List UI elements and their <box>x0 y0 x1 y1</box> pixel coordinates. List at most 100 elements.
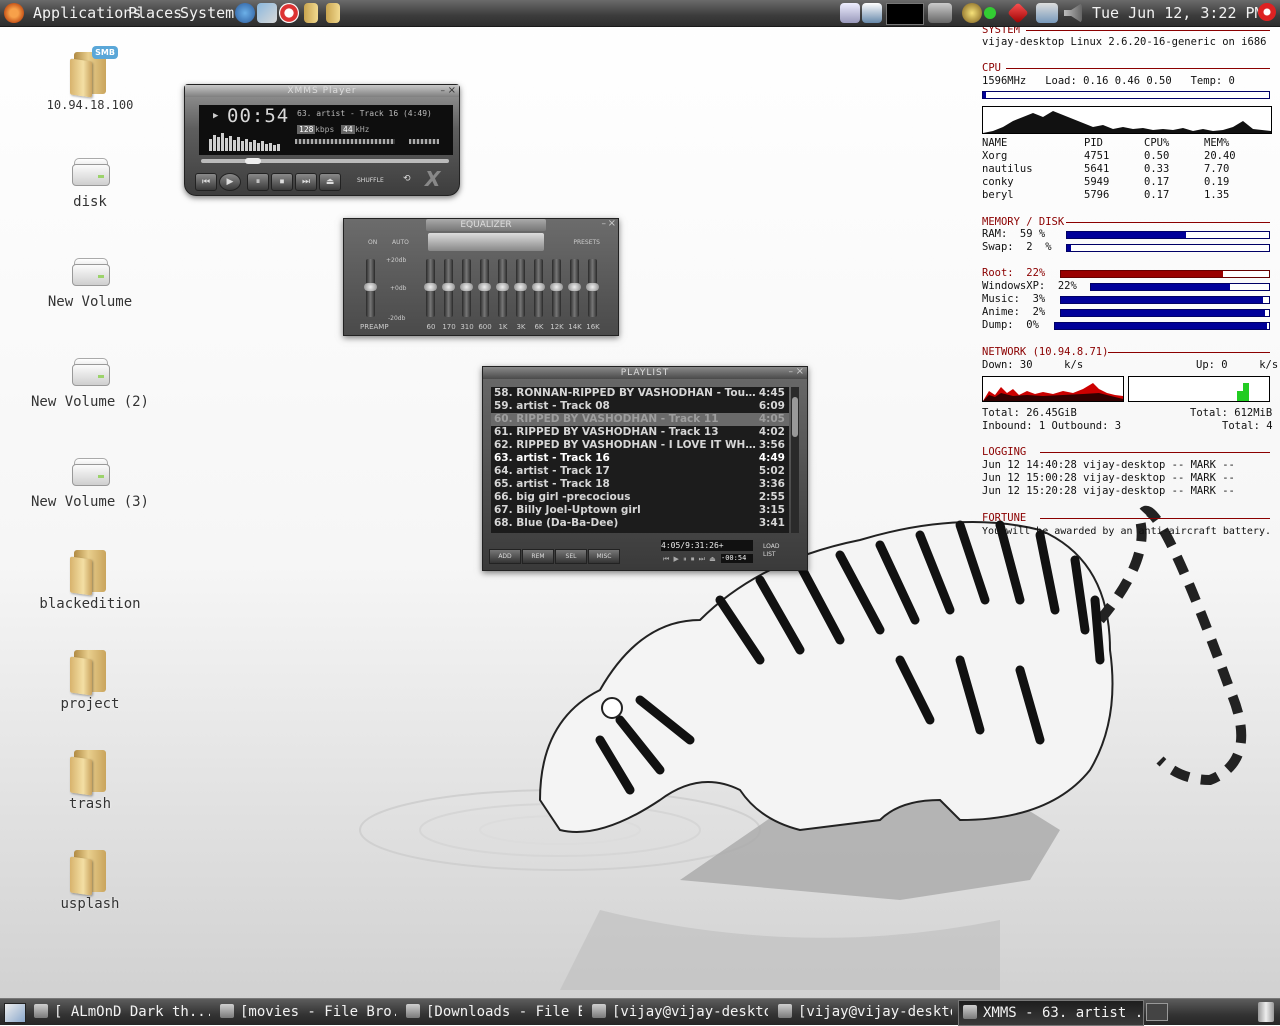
eq-knob[interactable] <box>442 283 455 291</box>
eq-band-slider-6k[interactable] <box>532 259 545 317</box>
eq-knob[interactable] <box>532 283 545 291</box>
eq-knob[interactable] <box>478 283 491 291</box>
xmms-player-window[interactable]: XMMS Player – × ▶ 00:54 63. artist - Tra… <box>184 84 460 196</box>
eq-band-slider-600[interactable] <box>478 259 491 317</box>
network-manager-icon[interactable] <box>1036 3 1058 23</box>
minimize-icon[interactable]: – <box>441 86 446 96</box>
playlist-row[interactable]: 60. RIPPED BY VASHODHAN - Track 11 4:05 <box>491 413 789 426</box>
desktop-icon-network-share[interactable]: SMB 10.94.18.100 <box>15 46 165 112</box>
eq-knob[interactable] <box>460 283 473 291</box>
eq-band-slider-16k[interactable] <box>586 259 599 317</box>
eq-auto-toggle[interactable]: AUTO <box>392 239 409 246</box>
load-list-button[interactable]: LOAD LIST <box>763 543 787 559</box>
playlist-titlebar[interactable]: PLAYLIST <box>483 367 807 379</box>
status-green-icon[interactable] <box>984 7 996 19</box>
help-launcher-icon[interactable] <box>279 3 299 23</box>
volume-slider[interactable] <box>295 139 395 144</box>
playlist-window[interactable]: PLAYLIST – × 58. RONNAN-RIPPED BY VASHOD… <box>482 366 808 571</box>
xmms-logo[interactable]: X <box>425 167 440 191</box>
spectrum-visualizer[interactable] <box>209 129 289 151</box>
clock[interactable]: Tue Jun 12, 3:22 PM <box>1092 0 1264 26</box>
taskbar-button[interactable]: [ ALmOnD Dark th... <box>30 1000 210 1024</box>
taskbar-button[interactable]: [vijay@vijay-deskto... <box>588 1000 768 1024</box>
taskbar-button[interactable]: [Downloads - File B... <box>402 1000 582 1024</box>
eq-band-slider-3k[interactable] <box>514 259 527 317</box>
equalizer-titlebar[interactable]: EQUALIZER <box>426 219 546 231</box>
desktop-icon-usplash[interactable]: usplash <box>15 848 165 912</box>
playlist-row[interactable]: 68. Blue (Da-Ba-Dee) 3:41 <box>491 517 789 530</box>
eq-knob[interactable] <box>514 283 527 291</box>
trash-applet-icon[interactable] <box>1258 1002 1274 1022</box>
playlist-list[interactable]: 58. RONNAN-RIPPED BY VASHODHAN - Touched… <box>491 387 789 533</box>
playlist-row[interactable]: 65. artist - Track 18 3:36 <box>491 478 789 491</box>
repeat-icon[interactable]: ⟲ <box>403 174 411 184</box>
play-button[interactable]: ▶ <box>219 173 241 191</box>
workspace-switcher-icon[interactable] <box>1146 1003 1168 1021</box>
places-menu[interactable]: Places <box>128 0 182 26</box>
playlist-remove-button[interactable]: REM <box>522 549 554 564</box>
close-icon[interactable]: × <box>448 85 456 96</box>
pause-button[interactable]: ⏸ <box>247 173 269 191</box>
playlist-select-button[interactable]: SEL <box>555 549 587 564</box>
eq-knob[interactable] <box>424 283 437 291</box>
desktop-icon-new-volume-2[interactable]: New Volume (2) <box>15 352 165 410</box>
eq-band-slider-170[interactable] <box>442 259 455 317</box>
pidgin-icon[interactable] <box>962 3 982 23</box>
xmms-titlebar[interactable]: XMMS Player <box>185 85 459 97</box>
desktop-icon-new-volume-3[interactable]: New Volume (3) <box>15 452 165 510</box>
eq-band-slider-1k[interactable] <box>496 259 509 317</box>
scrollbar-thumb[interactable] <box>792 397 798 437</box>
firefox-launcher-icon[interactable] <box>235 3 255 23</box>
previous-button[interactable]: ⏮ <box>195 173 217 191</box>
ubuntu-logo-icon[interactable] <box>4 3 24 23</box>
screenshot-icon[interactable] <box>862 3 882 23</box>
shuffle-button[interactable]: SHUFFLE <box>357 177 384 184</box>
power-icon[interactable] <box>1258 3 1276 21</box>
eq-knob[interactable] <box>550 283 563 291</box>
playlist-row[interactable]: 63. artist - Track 16 4:49 <box>491 452 789 465</box>
mini-transport[interactable]: ⏮ ▶ ⏸ ⏹ ⏭ ⏏ <box>663 555 717 564</box>
eq-on-toggle[interactable]: ON <box>368 239 377 246</box>
preamp-slider[interactable] <box>364 259 377 317</box>
minimize-icon[interactable]: – <box>602 219 607 229</box>
eject-button[interactable]: ⏏ <box>319 173 341 191</box>
minimize-icon[interactable]: – <box>789 367 794 377</box>
close-icon[interactable]: × <box>796 366 804 377</box>
eq-presets-button[interactable]: PRESETS <box>573 239 600 246</box>
taskbar-button[interactable]: [vijay@vijay-deskto... <box>774 1000 952 1024</box>
taskbar-button[interactable]: XMMS - 63. artist ... <box>958 1000 1144 1026</box>
playlist-row[interactable]: 64. artist - Track 17 5:02 <box>491 465 789 478</box>
playlist-scrollbar[interactable] <box>791 387 799 533</box>
close-icon[interactable]: × <box>608 218 616 229</box>
playlist-row[interactable]: 58. RONNAN-RIPPED BY VASHODHAN - Touched… <box>491 387 789 400</box>
eq-knob[interactable] <box>586 283 599 291</box>
eq-band-slider-14k[interactable] <box>568 259 581 317</box>
seek-bar[interactable] <box>201 158 449 164</box>
eq-knob[interactable] <box>568 283 581 291</box>
taskbar-button[interactable]: [movies - File Bro... <box>216 1000 396 1024</box>
volume-icon[interactable] <box>1064 3 1082 23</box>
desktop-icon-project[interactable]: project <box>15 648 165 712</box>
playlist-row[interactable]: 67. Billy Joel-Uptown girl 3:15 <box>491 504 789 517</box>
playlist-row[interactable]: 61. RIPPED BY VASHODHAN - Track 13 4:02 <box>491 426 789 439</box>
notes-launcher-icon[interactable] <box>304 3 318 23</box>
playlist-add-button[interactable]: ADD <box>489 549 521 564</box>
seek-knob[interactable] <box>245 158 262 164</box>
notes2-launcher-icon[interactable] <box>326 3 340 23</box>
playlist-row[interactable]: 59. artist - Track 08 6:09 <box>491 400 789 413</box>
show-desktop-icon[interactable] <box>4 1003 26 1023</box>
clipboard-icon[interactable] <box>840 3 860 23</box>
equalizer-window[interactable]: EQUALIZER – × ON AUTO PRESETS +20db +0db… <box>343 218 619 336</box>
applications-menu[interactable]: Applications <box>33 0 141 26</box>
desktop-icon-trash[interactable]: trash <box>15 748 165 812</box>
stop-button[interactable]: ⏹ <box>271 173 293 191</box>
network-status-icon[interactable] <box>928 3 952 23</box>
desktop-icon-new-volume[interactable]: New Volume <box>15 252 165 310</box>
network-launcher-icon[interactable] <box>257 3 277 23</box>
playlist-row[interactable]: 66. big girl -precocious 2:55 <box>491 491 789 504</box>
ruby-gem-icon[interactable] <box>1007 2 1029 24</box>
time-display[interactable]: 00:54 <box>227 105 289 127</box>
next-button[interactable]: ⏭ <box>295 173 317 191</box>
balance-slider[interactable] <box>409 139 439 144</box>
eq-knob[interactable] <box>496 283 509 291</box>
